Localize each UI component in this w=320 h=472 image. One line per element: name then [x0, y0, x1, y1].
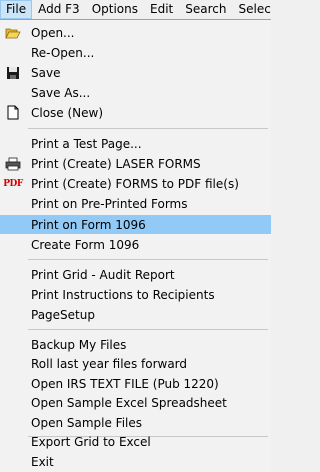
menu-item-label: Create Form 1096 — [31, 237, 140, 252]
menu-item-print-form-1096[interactable]: Print on Form 1096 — [0, 215, 271, 234]
menu-item-close-new[interactable]: Close (New) — [0, 103, 271, 122]
menu-item-reopen[interactable]: Re-Open... — [0, 43, 271, 62]
menu-item-label: Save — [31, 65, 61, 80]
menu-item-label: Open Sample Files — [31, 415, 143, 430]
menu-item-label: Print Grid - Audit Report — [31, 267, 175, 282]
menu-item-label: Print a Test Page... — [31, 136, 142, 151]
menu-item-label: Print Instructions to Recipients — [31, 287, 215, 302]
menu-item-label: Print on Pre-Printed Forms — [31, 196, 188, 211]
file-menu-dropdown: Open... Re-Open... Save Save As... Close… — [0, 19, 271, 472]
menu-separator — [28, 329, 268, 330]
menu-item-save-as[interactable]: Save As... — [0, 83, 271, 102]
menu-item-print-laser-forms[interactable]: Print (Create) LASER FORMS — [0, 154, 271, 173]
menu-item-label: Backup My Files — [31, 337, 127, 352]
menu-item-label: Open IRS TEXT FILE (Pub 1220) — [31, 376, 219, 391]
menu-item-label: Print (Create) LASER FORMS — [31, 156, 201, 171]
menubar-search[interactable]: Search — [179, 0, 232, 19]
menubar-file[interactable]: File — [0, 0, 33, 19]
menu-separator — [28, 259, 268, 260]
menu-item-label: Exit — [31, 454, 54, 469]
menu-item-backup-files[interactable]: Backup My Files — [0, 335, 271, 354]
menu-item-label: Export Grid to Excel — [31, 434, 151, 449]
folder-open-icon — [4, 24, 22, 41]
menu-item-exit[interactable]: Exit — [0, 452, 271, 471]
floppy-disk-icon — [4, 64, 22, 81]
menu-item-save[interactable]: Save — [0, 63, 271, 82]
menu-item-label: Print on Form 1096 — [31, 217, 146, 232]
menu-item-print-instructions[interactable]: Print Instructions to Recipients — [0, 285, 271, 304]
menu-item-print-test-page[interactable]: Print a Test Page... — [0, 134, 271, 153]
pdf-icon: PDF — [3, 178, 23, 189]
menu-item-print-preprinted[interactable]: Print on Pre-Printed Forms — [0, 194, 271, 213]
menu-item-label: Save As... — [31, 85, 91, 100]
menubar-add-f3[interactable]: Add F3 — [32, 0, 86, 19]
menu-item-label: Re-Open... — [31, 45, 95, 60]
menu-separator — [28, 128, 268, 129]
menu-item-open-irs-text[interactable]: Open IRS TEXT FILE (Pub 1220) — [0, 374, 271, 393]
menu-item-label: Open... — [31, 25, 75, 40]
menu-item-label: Close (New) — [31, 105, 104, 120]
menu-item-open-sample-files[interactable]: Open Sample Files — [0, 413, 271, 432]
menu-item-label: Open Sample Excel Spreadsheet — [31, 395, 227, 410]
menu-item-label: PageSetup — [31, 307, 95, 322]
menu-bar: File Add F3 Options Edit Search Select F… — [0, 0, 271, 19]
menubar-options[interactable]: Options — [86, 0, 144, 19]
menubar-edit[interactable]: Edit — [144, 0, 179, 19]
menu-item-create-form-1096[interactable]: Create Form 1096 — [0, 235, 271, 254]
blank-document-icon — [4, 104, 22, 121]
menu-item-page-setup[interactable]: PageSetup — [0, 305, 271, 324]
menu-item-roll-last-year[interactable]: Roll last year files forward — [0, 354, 271, 373]
menu-item-label: Roll last year files forward — [31, 356, 188, 371]
printer-icon — [4, 155, 22, 172]
menu-item-label: Print (Create) FORMS to PDF file(s) — [31, 176, 239, 191]
menu-item-export-grid-excel[interactable]: Export Grid to Excel — [0, 432, 271, 451]
menu-item-print-forms-pdf[interactable]: PDF Print (Create) FORMS to PDF file(s) — [0, 174, 271, 193]
menu-item-open-sample-excel[interactable]: Open Sample Excel Spreadsheet — [0, 393, 271, 412]
menu-item-open[interactable]: Open... — [0, 23, 271, 42]
menu-item-print-grid-audit[interactable]: Print Grid - Audit Report — [0, 265, 271, 284]
menubar-select-forms[interactable]: Select Fo — [232, 0, 271, 19]
